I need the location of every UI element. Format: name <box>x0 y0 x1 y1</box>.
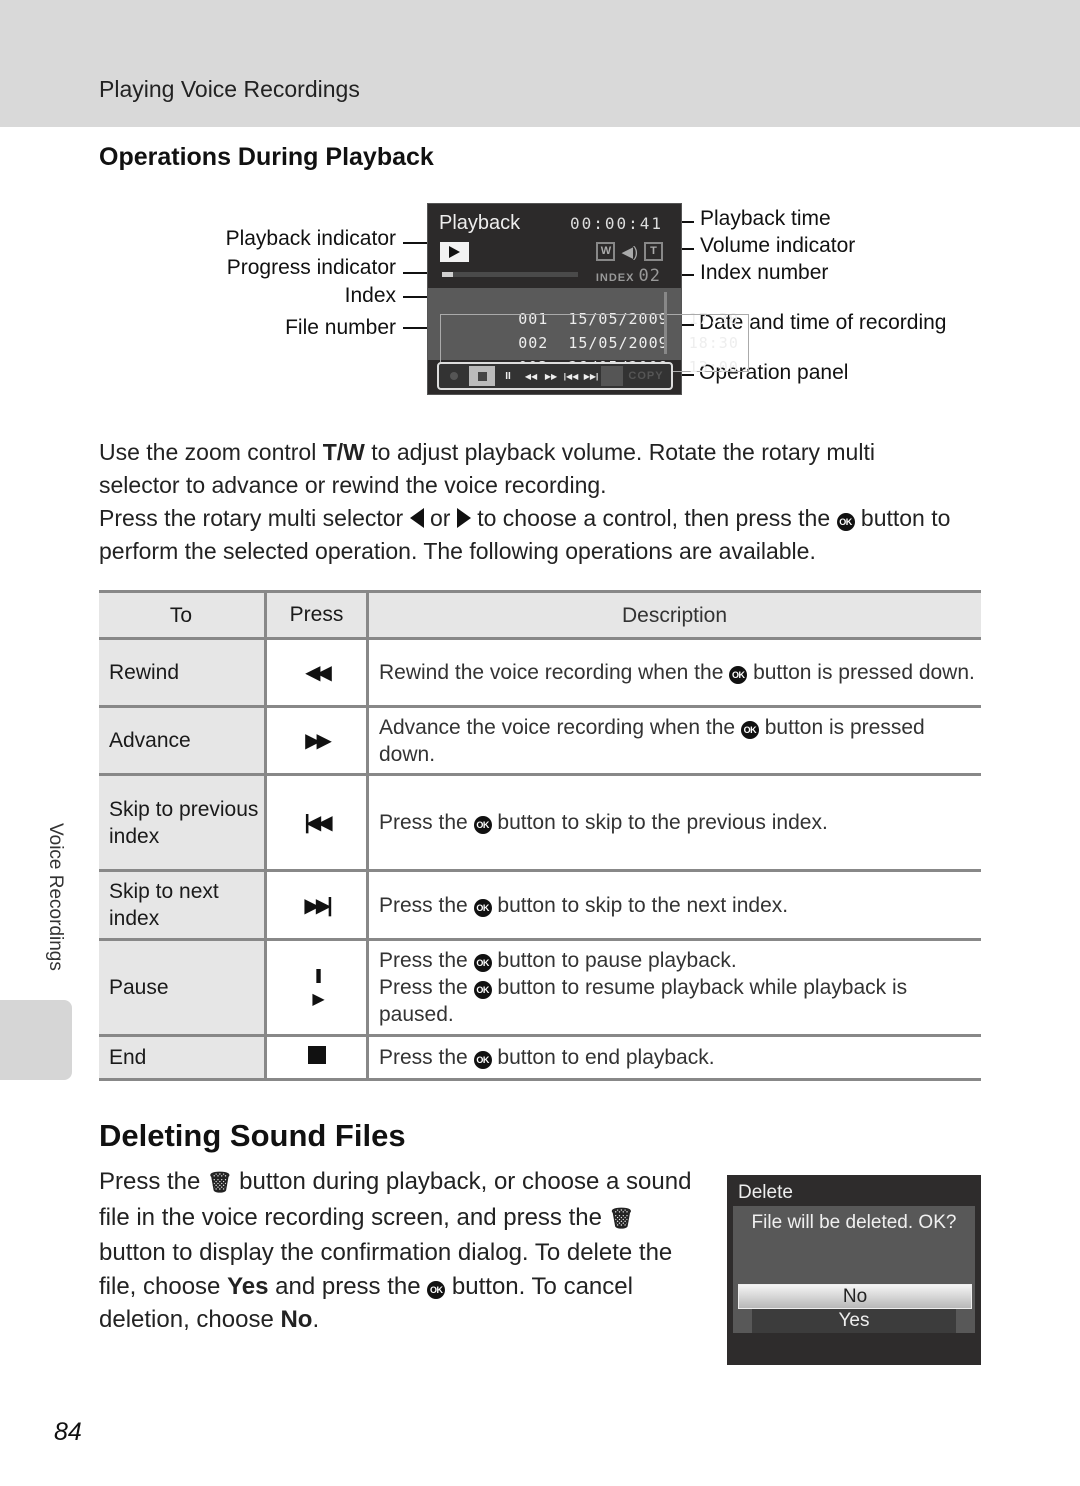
callout-index: Index <box>344 284 396 307</box>
dialog-message: File will be deleted. OK? <box>751 1212 957 1233</box>
ok-button-icon: OK <box>473 981 492 999</box>
operation-name: Rewind <box>99 638 267 708</box>
table-row-skip-next: Skip to next index ▶▶| Press the OK butt… <box>99 870 981 941</box>
stop-button[interactable] <box>469 366 495 386</box>
skip-previous-button[interactable]: |◀◀ <box>561 366 581 386</box>
paragraph-delete: Press the 🗑 button during playback, or c… <box>99 1168 692 1333</box>
play-icon: ▶ <box>312 991 324 1008</box>
operation-description: Press the OK button to pause playback. P… <box>367 939 981 1037</box>
operations-table: To Press Description Rewind ◀◀ Rewind th… <box>99 590 981 1081</box>
scrollbar[interactable] <box>664 292 667 354</box>
header-press: Press <box>265 590 369 640</box>
pause-icon: II <box>314 966 322 988</box>
operation-name: Advance <box>99 706 267 776</box>
operation-description: Press the OK button to end playback. <box>367 1035 981 1081</box>
screen-title: Playback <box>439 212 521 234</box>
rewind-icon: ◀◀ <box>305 662 332 684</box>
page-header-title: Playing Voice Recordings <box>99 76 360 102</box>
table-row-skip-previous: Skip to previous index |◀◀ Press the OK … <box>99 774 981 872</box>
left-arrow-icon <box>409 508 424 528</box>
progress-bar <box>442 272 578 277</box>
ok-button-icon: OK <box>473 898 492 917</box>
index-value: 02 <box>638 266 661 286</box>
paragraph-zoom-control: Use the zoom control T/W to adjust playb… <box>99 439 875 498</box>
trash-icon: 🗑 <box>608 1207 635 1230</box>
index-number: INDEX 02 <box>596 266 661 286</box>
table-row-end: End Press the OK button to end playback. <box>99 1035 981 1081</box>
section-heading-operations: Operations During Playback <box>99 143 434 171</box>
dialog-body: File will be deleted. OK? No Yes <box>733 1206 975 1333</box>
operation-description: Rewind the voice recording when the OK b… <box>367 638 981 708</box>
skip-next-button[interactable]: ▶▶| <box>581 366 601 386</box>
section-heading-deleting: Deleting Sound Files <box>99 1118 406 1153</box>
advance-icon: ▶▶ <box>305 730 332 752</box>
operation-name: Pause <box>99 939 267 1037</box>
operation-name: Skip to next index <box>99 870 267 941</box>
ok-button-icon: OK <box>729 666 748 684</box>
record-dot-icon[interactable] <box>439 366 469 386</box>
index-label: INDEX <box>595 272 635 284</box>
ok-button-icon: OK <box>427 1280 446 1299</box>
skip-next-icon: ▶▶| <box>304 894 332 917</box>
playback-time: 00:00:41 <box>569 214 663 233</box>
ok-button-icon: OK <box>740 720 759 739</box>
operation-description: Press the OK button to skip to the previ… <box>367 774 981 872</box>
zoom-tw-label: T/W <box>322 439 365 465</box>
table-row-advance: Advance ▶▶ Advance the voice recording w… <box>99 706 981 776</box>
advance-button[interactable]: ▶▶ <box>541 366 561 386</box>
right-arrow-icon <box>456 508 471 528</box>
copy-button[interactable]: COPY <box>623 366 669 386</box>
ok-button-icon: OK <box>473 1051 492 1069</box>
side-tab-label: Voice Recordings <box>45 823 66 971</box>
panel-spacer <box>601 366 623 386</box>
table-row-rewind: Rewind ◀◀ Rewind the voice recording whe… <box>99 638 981 708</box>
trash-icon: 🗑 <box>207 1172 233 1194</box>
header-to: To <box>99 590 267 640</box>
callout-playback-time: Playback time <box>700 207 831 230</box>
operation-description: Press the OK button to skip to the next … <box>367 870 981 941</box>
operation-description: Advance the voice recording when the OK … <box>367 706 981 776</box>
file-list: 001 15/05/2009 17:30 002 15/05/2009 18:3… <box>428 288 749 376</box>
table-row-pause: Pause II ▶ Press the OK button to pause … <box>99 939 981 1037</box>
page-number: 84 <box>54 1418 82 1446</box>
callout-progress-indicator: Progress indicator <box>226 256 396 279</box>
operation-panel: II ◀◀ ▶▶ |◀◀ ▶▶| COPY <box>437 362 673 390</box>
progress-fill <box>442 272 453 277</box>
zoom-w-icon: W <box>596 242 616 261</box>
volume-indicator: W ◀) T <box>596 242 663 261</box>
play-icon <box>440 242 469 262</box>
paragraph-multi-selector: Press the rotary multi selector or to ch… <box>99 505 951 564</box>
dialog-title: Delete <box>738 1182 793 1203</box>
yes-label: Yes <box>227 1272 269 1300</box>
skip-previous-icon: |◀◀ <box>304 812 332 834</box>
header-description: Description <box>367 590 981 640</box>
pause-button[interactable]: II <box>495 366 521 386</box>
callout-file-number: File number <box>285 316 396 339</box>
ok-button-icon: OK <box>473 954 492 972</box>
delete-confirmation-dialog: Delete File will be deleted. OK? No Yes <box>727 1175 981 1365</box>
header-band <box>0 0 1080 127</box>
side-tab[interactable] <box>0 1000 72 1080</box>
ok-button-icon: OK <box>836 513 855 531</box>
camera-playback-screen: Playback 00:00:41 W ◀) T INDEX 02 001 15… <box>427 203 749 395</box>
option-yes[interactable]: Yes <box>752 1309 956 1333</box>
ok-button-icon: OK <box>473 816 492 834</box>
operation-name: End <box>99 1035 267 1081</box>
callout-index-number: Index number <box>700 261 829 284</box>
speaker-icon: ◀) <box>621 243 638 261</box>
option-no[interactable]: No <box>738 1284 972 1309</box>
stop-icon <box>307 1045 326 1064</box>
zoom-t-icon: T <box>644 242 663 261</box>
no-label: No <box>280 1306 313 1333</box>
operation-name: Skip to previous index <box>99 774 267 872</box>
table-header-row: To Press Description <box>99 590 981 640</box>
callout-volume-indicator: Volume indicator <box>700 234 856 257</box>
callout-playback-indicator: Playback indicator <box>225 227 396 250</box>
rewind-button[interactable]: ◀◀ <box>521 366 541 386</box>
